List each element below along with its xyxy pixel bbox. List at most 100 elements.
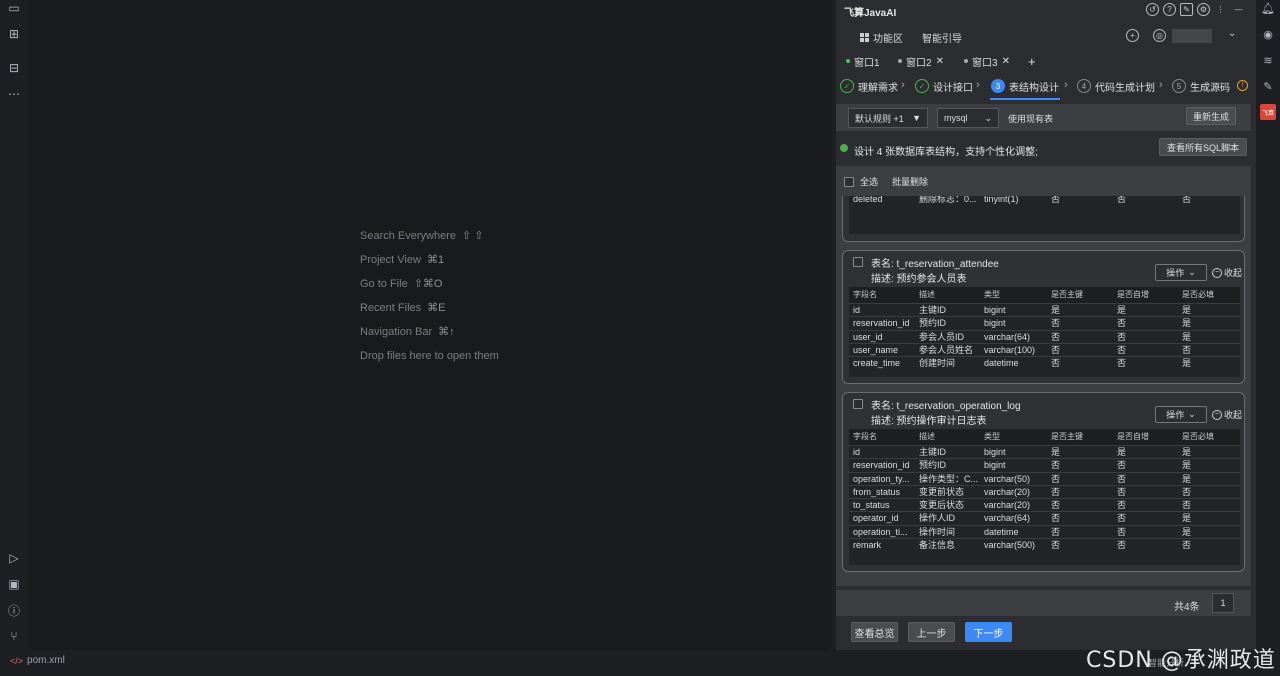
problems-icon[interactable]: ⓘ: [6, 602, 22, 618]
info-text: 设计 4 张数据库表结构，支持个性化调整;: [854, 147, 1038, 158]
info-row: 设计 4 张数据库表结构，支持个性化调整; 查看所有SQL脚本: [836, 136, 1251, 163]
operation-dropdown[interactable]: 操作 ⌄: [1155, 406, 1207, 423]
chevron-down-icon: ⌄: [984, 112, 992, 123]
feisuan-logo-icon[interactable]: 飞算: [1260, 104, 1276, 120]
table-cell: 否: [1051, 526, 1061, 537]
chevron-down-icon[interactable]: ⌄: [1228, 28, 1236, 39]
user-avatar-icon[interactable]: ◎: [1153, 29, 1166, 42]
prev-button[interactable]: 上一步: [908, 622, 955, 642]
table-header: 字段名 描述 类型 是否主键 是否自增 是否必填: [849, 429, 1240, 445]
notifications-icon[interactable]: 🔔︎: [1260, 0, 1276, 16]
use-existing-table[interactable]: 使用现有表: [1008, 112, 1053, 125]
regenerate-button[interactable]: 重新生成: [1186, 107, 1236, 125]
chevron-right-icon: ›: [901, 79, 905, 91]
table-cell: 是: [1182, 318, 1192, 329]
table-checkbox[interactable]: [853, 399, 863, 409]
window-tab-1[interactable]: 窗口1: [846, 53, 880, 69]
table-row: operation_ti... 操作时间 datetime 否 否 是: [849, 524, 1240, 538]
window-tab-3[interactable]: 窗口3 ✕: [964, 53, 1010, 69]
table-cell: 否: [1051, 318, 1061, 329]
table-row: user_id 参会人员ID varchar(64) 否 否 是: [849, 329, 1240, 343]
table-cell: varchar(100): [984, 344, 1036, 355]
panel-title: 飞算JavaAI: [844, 8, 897, 19]
table-cell: 否: [1117, 331, 1127, 342]
table-header: 字段名 描述 类型 是否主键 是否自增 是否必填: [849, 287, 1240, 303]
hint-go-to-file[interactable]: Go to File ⇧⌘O: [360, 276, 499, 300]
fields-table: 字段名 描述 类型 是否主键 是否自增 是否必填 id 主键ID bigint 是是是 reser…: [849, 287, 1240, 377]
table-row: reservation_id 预约ID bigint 否 否 是: [849, 316, 1240, 329]
ai-chat-icon[interactable]: ◉: [1260, 26, 1276, 42]
run-icon[interactable]: ▷: [6, 550, 22, 566]
step-4[interactable]: 4 代码生成计划: [1077, 78, 1155, 94]
view-sql-button[interactable]: 查看所有SQL脚本: [1159, 138, 1247, 156]
history-icon[interactable]: ↺: [1146, 3, 1159, 16]
close-icon[interactable]: ✕: [936, 56, 944, 67]
close-icon[interactable]: ✕: [1002, 56, 1010, 67]
table-cell: 否: [1051, 473, 1061, 484]
table-cell: operation_ty...: [853, 473, 910, 484]
table-cell: 否: [1117, 358, 1127, 369]
minimize-icon[interactable]: —: [1232, 3, 1245, 16]
batch-delete-button[interactable]: 批量删除: [892, 175, 928, 188]
add-window-icon[interactable]: +: [1028, 53, 1036, 69]
more-vert-icon[interactable]: ⋮: [1214, 3, 1227, 16]
tab-guide[interactable]: 智能引导: [922, 30, 962, 45]
terminal-icon[interactable]: ▣: [6, 576, 22, 592]
success-icon: [840, 144, 848, 152]
db-select[interactable]: mysql ⌄: [937, 108, 999, 128]
step-2[interactable]: ✓ 设计接口: [915, 78, 973, 94]
next-button[interactable]: 下一步: [965, 622, 1012, 642]
table-checkbox[interactable]: [853, 257, 863, 267]
hint-recent-files[interactable]: Recent Files ⌘E: [360, 300, 499, 324]
table-cell: 主键ID: [919, 447, 947, 457]
table-cell: 是: [1117, 305, 1127, 315]
operation-dropdown[interactable]: 操作 ⌄: [1155, 264, 1207, 281]
table-cell: 否: [1051, 540, 1061, 551]
help-icon[interactable]: ?: [1163, 3, 1176, 16]
table-cell: 是: [1182, 358, 1192, 369]
table-cell: 是: [1051, 305, 1061, 315]
hint-search[interactable]: Search Everywhere ⇧ ⇧: [360, 228, 499, 252]
table-cell: 否: [1117, 344, 1127, 355]
hint-navigation-bar[interactable]: Navigation Bar ⌘↑: [360, 324, 499, 348]
table-row: user_name 参会人员姓名 varchar(100) 否 否 否: [849, 342, 1240, 356]
add-circle-icon[interactable]: +: [1126, 29, 1139, 42]
vcs-icon[interactable]: ⊞: [6, 26, 22, 42]
table-row: id 主键ID bigint 是 是 是: [849, 445, 1240, 458]
select-all[interactable]: 全选: [844, 175, 878, 188]
table-name: 表名: t_reservation_attendee: [871, 259, 999, 270]
database-icon[interactable]: ≋: [1260, 52, 1276, 68]
table-cell: 是: [1182, 513, 1192, 524]
warning-icon[interactable]: !: [1237, 80, 1248, 91]
tab-functions[interactable]: 功能区: [860, 30, 903, 45]
editor-area: Search Everywhere ⇧ ⇧ Project View ⌘1 Go t…: [28, 0, 832, 650]
table-card-attendee: 表名: t_reservation_attendee 描述: 预约参会人员表 操…: [842, 250, 1245, 384]
edit-icon[interactable]: ✎: [1180, 3, 1193, 16]
step-1[interactable]: ✓ 理解需求: [840, 78, 898, 94]
overview-button[interactable]: 查看总览: [851, 622, 898, 642]
rule-select[interactable]: 默认规则 +1 ▼: [848, 108, 928, 128]
table-cell: 否: [1117, 318, 1127, 329]
table-cell: 备注信息: [919, 540, 956, 551]
folder-icon[interactable]: ▭: [6, 0, 22, 16]
table-cell: bigint: [984, 305, 1006, 315]
step-5[interactable]: 5 生成源码: [1172, 78, 1230, 94]
structure-icon[interactable]: ⊟: [6, 60, 22, 76]
table-cell: bigint: [984, 460, 1006, 471]
page-number[interactable]: 1: [1212, 593, 1234, 613]
step-3[interactable]: 3 表结构设计: [991, 78, 1059, 94]
collapse-button[interactable]: − 收起: [1212, 266, 1242, 279]
table-row: deleted 删除标志：0... tinyint(1) 否否否: [853, 196, 1192, 204]
select-all-checkbox[interactable]: [844, 176, 854, 187]
settings-icon[interactable]: ⚙: [1197, 3, 1210, 16]
table-cell: bigint: [984, 447, 1006, 457]
breadcrumb-file[interactable]: </> pom.xml: [10, 655, 65, 666]
edit-note-icon[interactable]: ✎: [1260, 78, 1276, 94]
table-cell: varchar(20): [984, 486, 1031, 497]
git-icon[interactable]: ⑂: [6, 628, 22, 644]
table-cell: varchar(64): [984, 513, 1031, 524]
more-icon[interactable]: ⋯: [6, 86, 22, 102]
window-tab-2[interactable]: 窗口2 ✕: [898, 53, 944, 69]
hint-project-view[interactable]: Project View ⌘1: [360, 252, 499, 276]
collapse-button[interactable]: − 收起: [1212, 408, 1242, 421]
